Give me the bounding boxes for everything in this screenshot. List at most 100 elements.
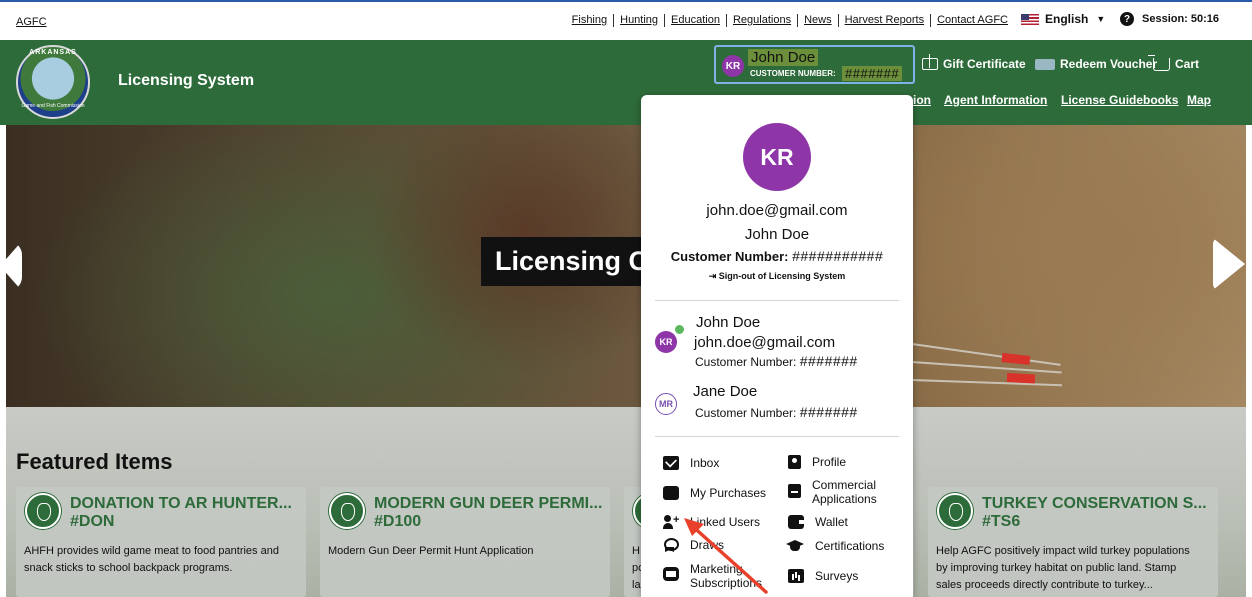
menu-inbox[interactable]: Inbox	[663, 456, 719, 470]
card-desc-line: Help AGFC positively impact wild turkey …	[936, 545, 1190, 557]
cart-label: Cart	[1175, 57, 1200, 71]
featured-card[interactable]: TURKEY CONSERVATION S... #TS6 Help AGFC …	[928, 487, 1218, 597]
language-selector[interactable]: English ▼	[1021, 12, 1105, 26]
gift-certificate-label: Gift Certificate	[943, 57, 1026, 71]
card-title: DONATION TO AR HUNTER...	[70, 495, 292, 512]
gift-certificate-button[interactable]: Gift Certificate	[922, 54, 1026, 71]
menu-label: Wallet	[815, 515, 848, 529]
featured-card[interactable]: MODERN GUN DEER PERMI... #D100 Modern Gu…	[320, 487, 610, 597]
cart-button[interactable]: Cart	[1148, 54, 1200, 71]
cart-icon	[1148, 54, 1170, 71]
regulations-link[interactable]: Regulations	[727, 14, 799, 27]
utility-links: Fishing Hunting Education Regulations Ne…	[566, 14, 1014, 27]
nav-link-partial[interactable]: ion	[913, 93, 931, 107]
hero-arrows-decoration	[911, 333, 1062, 393]
site-title[interactable]: Licensing System	[118, 72, 254, 90]
card-code: #DON	[70, 513, 115, 530]
card-code: #D100	[374, 513, 422, 530]
card-desc-line: by improving turkey habitat on public la…	[936, 562, 1177, 574]
menu-label: Commercial Applications	[812, 478, 877, 506]
menu-wallet[interactable]: Wallet	[788, 515, 848, 529]
caret-down-icon: ▼	[1096, 14, 1106, 24]
featured-card[interactable]: DONATION TO AR HUNTER... #DON AHFH provi…	[16, 487, 306, 597]
nav-agent-information[interactable]: Agent Information	[944, 93, 1047, 107]
customer-number-value: #######	[799, 404, 858, 420]
voucher-icon	[1035, 58, 1055, 70]
card-title: TURKEY CONSERVATION S...	[982, 495, 1207, 512]
divider	[655, 300, 899, 301]
contact-agfc-link[interactable]: Contact AGFC	[931, 14, 1014, 27]
user-customer-number: Customer Number: #######	[695, 404, 858, 420]
redeem-voucher-label: Redeem Voucher	[1060, 57, 1158, 71]
user-name: John Doe	[696, 314, 761, 331]
annotation-arrow	[684, 518, 768, 594]
hunting-link[interactable]: Hunting	[614, 14, 666, 27]
menu-certifications[interactable]: Certifications	[786, 539, 884, 553]
redeem-voucher-button[interactable]: Redeem Voucher	[1035, 57, 1157, 71]
card-description: AHFH provides wild game meat to food pan…	[24, 543, 279, 577]
customer-number-label: Customer Number:	[695, 406, 797, 420]
wallet-icon	[788, 515, 804, 529]
menu-commercial-applications[interactable]: Commercial Applications	[788, 478, 877, 506]
agfc-home-link[interactable]: AGFC	[16, 16, 47, 28]
nav-license-guidebooks[interactable]: License Guidebooks	[1061, 93, 1178, 107]
customer-number-label: Customer Number:	[670, 249, 789, 264]
card-title: MODERN GUN DEER PERMI...	[374, 495, 603, 512]
logo-bottom-text: Game and Fish Commission	[21, 103, 85, 109]
agfc-logo[interactable]: ARKANSAS Game and Fish Commission	[16, 45, 90, 119]
card-desc-line: snack sticks to school backpack programs…	[24, 562, 233, 574]
user-name: Jane Doe	[693, 383, 758, 400]
fishing-link[interactable]: Fishing	[566, 14, 615, 27]
avatar: KR	[743, 123, 811, 191]
avatar: KR	[655, 331, 677, 353]
graduation-cap-icon	[786, 539, 804, 553]
award-icon	[663, 538, 679, 552]
menu-label-line: Commercial	[812, 478, 877, 492]
session-label: Session: 50:16	[1142, 13, 1220, 25]
education-link[interactable]: Education	[665, 14, 727, 27]
menu-profile[interactable]: Profile	[788, 455, 846, 469]
user-customer-number: Customer Number: #######	[695, 353, 858, 369]
menu-surveys[interactable]: Surveys	[788, 569, 858, 583]
language-label: English	[1045, 12, 1089, 26]
customer-number-value: #######	[842, 66, 903, 81]
card-code: #TS6	[982, 513, 1021, 530]
account-customer-number: Customer Number: ###########	[641, 248, 913, 264]
menu-label: Certifications	[815, 539, 885, 553]
utility-bar: AGFC Fishing Hunting Education Regulatio…	[0, 0, 1252, 40]
inbox-icon	[663, 456, 679, 470]
sign-out-icon: ⇥	[708, 271, 717, 281]
harvest-reports-link[interactable]: Harvest Reports	[839, 14, 932, 27]
menu-label: Surveys	[815, 569, 859, 583]
logo-top-text: ARKANSAS	[29, 49, 77, 56]
account-name: John Doe	[744, 226, 810, 243]
news-link[interactable]: News	[798, 14, 839, 27]
account-menu-button[interactable]: KR John Doe CUSTOMER NUMBER: #######	[714, 45, 915, 84]
nav-map[interactable]: Map	[1187, 93, 1211, 107]
customer-number-value: ###########	[792, 248, 884, 264]
customer-number-label: CUSTOMER NUMBER:	[750, 69, 836, 78]
menu-label: Inbox	[690, 456, 720, 470]
card-desc-line: Modern Gun Deer Permit Hunt Application	[328, 545, 534, 557]
menu-label-line: Applications	[812, 492, 877, 506]
divider	[655, 436, 899, 437]
shopping-bag-icon	[663, 486, 679, 500]
help-icon[interactable]: ?	[1120, 12, 1134, 26]
avatar: KR	[722, 55, 744, 77]
gift-icon	[922, 54, 938, 70]
profile-icon	[788, 455, 801, 469]
session-timer: ? Session: 50:16	[1120, 12, 1219, 26]
deer-icon	[25, 493, 61, 529]
document-icon	[788, 484, 801, 498]
account-email: john.doe@gmail.com	[706, 202, 848, 219]
user-email: john.doe@gmail.com	[694, 334, 836, 351]
sign-out-link[interactable]: ⇥ Sign-out of Licensing System	[641, 271, 913, 282]
card-desc-line: sales proceeds directly contribute to tu…	[936, 579, 1153, 591]
us-flag-icon	[1021, 13, 1039, 25]
chart-icon	[788, 569, 804, 583]
card-desc-line: AHFH provides wild game meat to food pan…	[24, 545, 279, 557]
card-description: Modern Gun Deer Permit Hunt Application	[328, 543, 533, 560]
hero-title: Licensing C	[481, 237, 643, 286]
mail-icon	[663, 567, 679, 581]
deer-icon	[329, 493, 365, 529]
